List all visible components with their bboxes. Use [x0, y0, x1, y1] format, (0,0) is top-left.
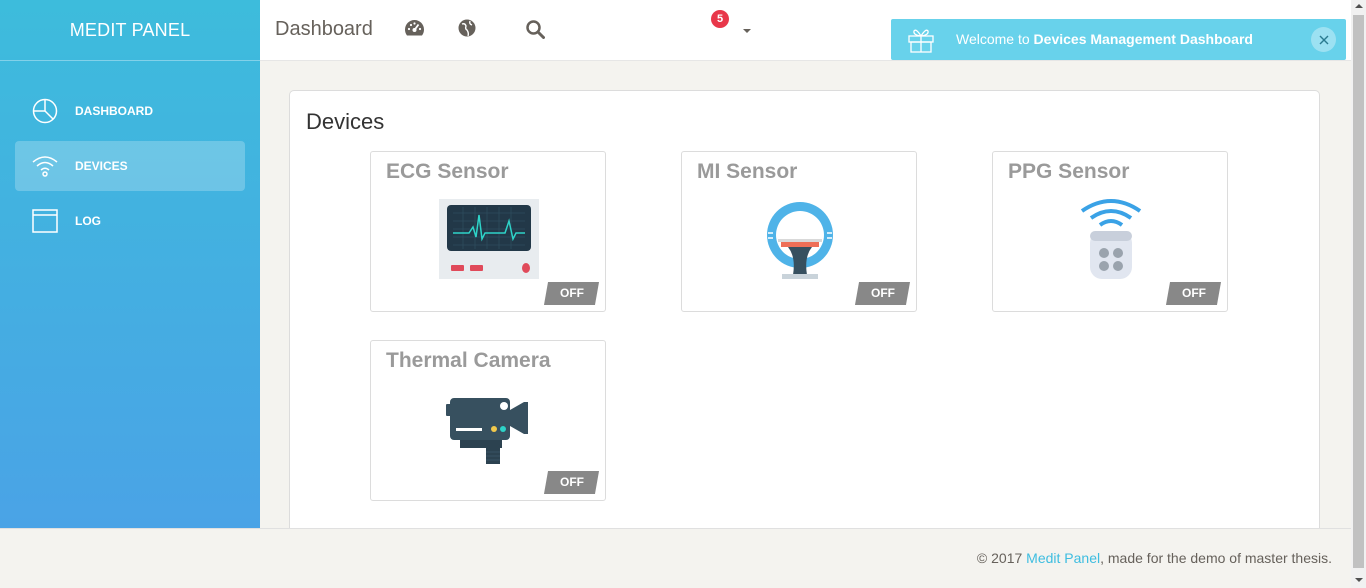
chevron-down-icon[interactable]	[743, 29, 751, 33]
ecg-monitor-icon	[371, 194, 607, 284]
ppg-sensor-icon	[993, 194, 1229, 284]
window-icon	[15, 209, 75, 233]
scroll-down-icon[interactable]	[1355, 578, 1363, 582]
page-title: Dashboard	[275, 18, 373, 40]
footer-link[interactable]: Medit Panel	[1026, 550, 1100, 566]
status-badge[interactable]: OFF	[543, 282, 600, 305]
device-name: ECG Sensor	[386, 160, 509, 183]
globe-icon[interactable]	[458, 19, 476, 42]
devices-card: Devices ECG Sensor OFF MI Sensor OFF PPG…	[289, 90, 1320, 530]
device-card-thermal-camera[interactable]: Thermal Camera OFF	[370, 340, 606, 501]
wifi-icon	[15, 154, 75, 178]
sidebar-nav: DASHBOARD DEVICES LOG	[0, 86, 260, 246]
sidebar-item-label: LOG	[75, 214, 101, 228]
page-scrollbar[interactable]	[1351, 0, 1366, 588]
footer: © 2017 Medit Panel, made for the demo of…	[0, 528, 1351, 588]
footer-text: © 2017 Medit Panel, made for the demo of…	[976, 550, 1332, 566]
sidebar-item-label: DEVICES	[75, 159, 128, 173]
status-badge[interactable]: OFF	[1165, 282, 1222, 305]
device-name: PPG Sensor	[1008, 160, 1130, 183]
camera-icon	[371, 383, 607, 473]
sidebar-item-devices[interactable]: DEVICES	[15, 141, 245, 191]
gift-icon	[907, 27, 935, 58]
scrollbar-thumb[interactable]	[1353, 15, 1364, 568]
device-card-ecg-sensor[interactable]: ECG Sensor OFF	[370, 151, 606, 312]
device-name: MI Sensor	[697, 160, 798, 183]
search-icon[interactable]	[526, 20, 545, 44]
status-badge[interactable]: OFF	[854, 282, 911, 305]
mi-sensor-icon	[682, 194, 918, 284]
brand-logo[interactable]: MEDIT PANEL	[0, 0, 260, 61]
device-card-ppg-sensor[interactable]: PPG Sensor OFF	[992, 151, 1228, 312]
card-title: Devices	[306, 109, 385, 134]
sidebar: MEDIT PANEL DASHBOARD DEVICES LOG	[0, 0, 260, 528]
sidebar-item-label: DASHBOARD	[75, 104, 153, 118]
notification-badge[interactable]: 5	[711, 10, 729, 28]
sidebar-item-dashboard[interactable]: DASHBOARD	[15, 86, 245, 136]
notification-message: Welcome to Devices Management Dashboard	[956, 31, 1253, 47]
pie-chart-icon	[15, 98, 75, 124]
welcome-notification: Welcome to Devices Management Dashboard	[891, 19, 1346, 60]
close-icon[interactable]	[1311, 27, 1336, 52]
sidebar-item-log[interactable]: LOG	[15, 196, 245, 246]
status-badge[interactable]: OFF	[543, 471, 600, 494]
dashboard-gauge-icon[interactable]	[404, 19, 425, 43]
device-name: Thermal Camera	[386, 349, 551, 372]
device-card-mi-sensor[interactable]: MI Sensor OFF	[681, 151, 917, 312]
scroll-up-icon[interactable]	[1355, 4, 1363, 8]
